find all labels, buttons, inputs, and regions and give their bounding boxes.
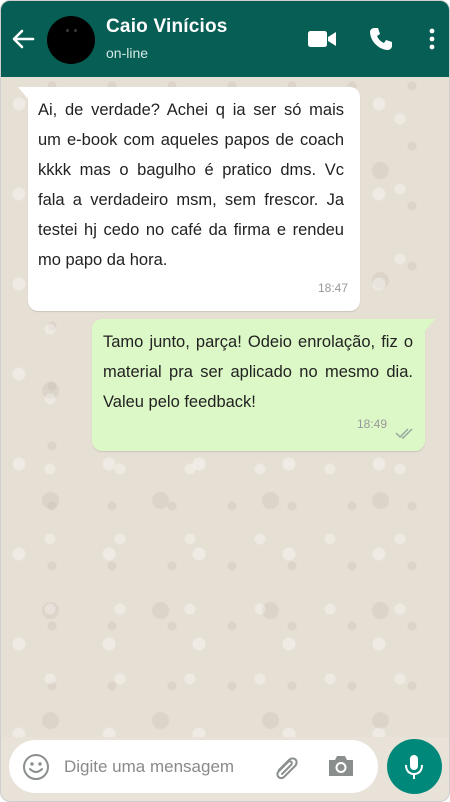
camera-icon[interactable] (326, 753, 356, 779)
message-time: 18:49 (356, 417, 387, 431)
message-text: Ai, de verdade? Achei q ia ser só mais u… (38, 101, 344, 269)
incoming-message[interactable]: Ai, de verdade? Achei q ia ser só mais u… (18, 87, 360, 311)
more-options-icon[interactable] (428, 27, 436, 51)
microphone-button[interactable] (387, 739, 442, 794)
contact-name[interactable]: Caio Vinícios (106, 16, 228, 38)
avatar-detail (66, 29, 69, 32)
attach-clip-icon[interactable] (271, 752, 301, 782)
message-input[interactable] (64, 753, 264, 781)
outgoing-message[interactable]: Tamo junto, parça! Odeio enrolação, fiz … (92, 319, 435, 451)
phone-icon[interactable] (368, 26, 394, 52)
message-time: 18:47 (317, 281, 348, 295)
chat-header: Caio Vinícios on-line (1, 1, 449, 77)
double-check-icon (395, 428, 413, 439)
message-composer (9, 740, 378, 793)
microphone-icon (405, 755, 423, 779)
message-list[interactable]: Ai, de verdade? Achei q ia ser só mais u… (1, 77, 449, 737)
video-call-icon[interactable] (307, 29, 337, 49)
chat-window: Caio Vinícios on-line Ai, de verdade? Ac… (0, 0, 450, 802)
message-text: Tamo junto, parça! Odeio enrolação, fiz … (103, 333, 413, 411)
avatar-detail (74, 29, 77, 32)
back-arrow-icon[interactable] (9, 25, 37, 53)
contact-status: on-line (106, 45, 149, 61)
emoji-icon[interactable] (22, 753, 50, 781)
avatar[interactable] (47, 16, 95, 64)
